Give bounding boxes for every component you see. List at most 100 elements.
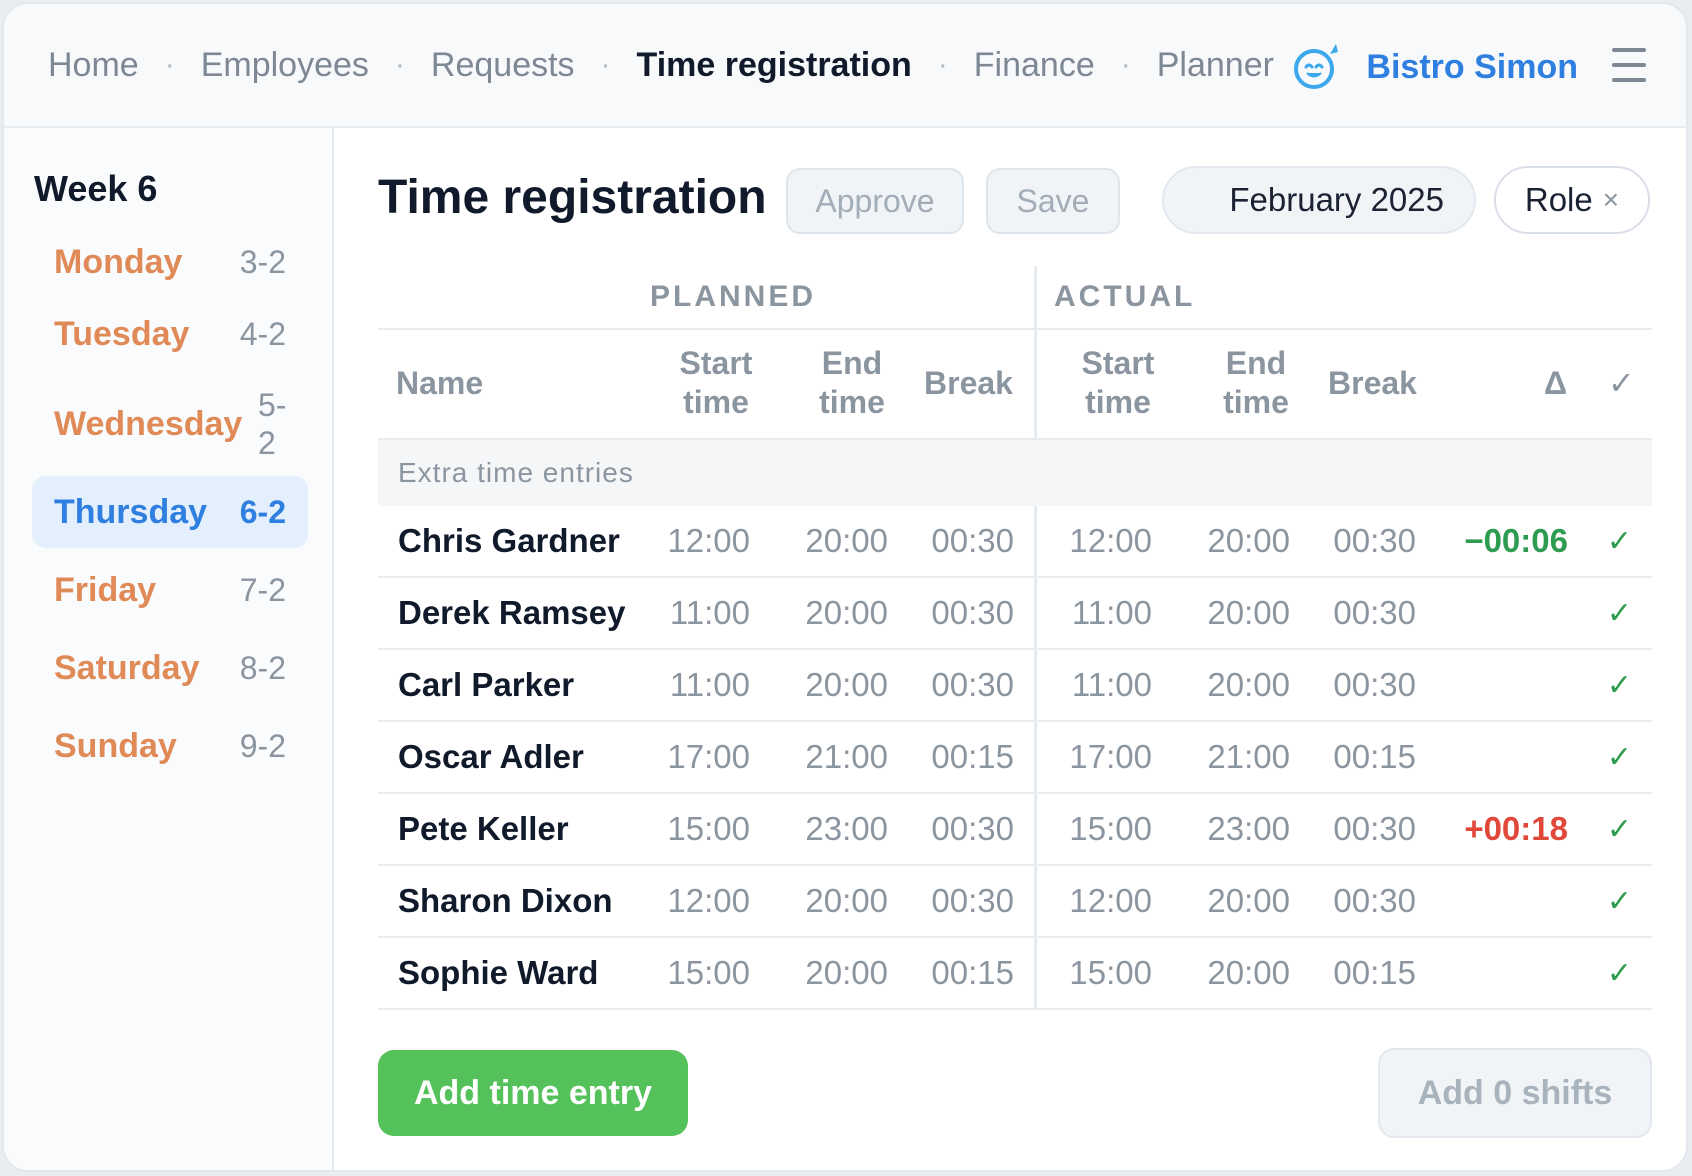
month-selector[interactable]: February 2025: [1162, 166, 1476, 234]
table-row[interactable]: Chris Gardner 12:00 20:00 00:30 12:00 20:00 00…: [378, 506, 1652, 578]
nav-separator: ·: [394, 48, 405, 81]
approved-check-icon[interactable]: ✓: [1607, 938, 1632, 1008]
day-date: 9-2: [239, 727, 286, 764]
a-break-cell: 00:30: [1333, 594, 1416, 631]
p-end-cell: 20:00: [805, 954, 888, 991]
day-saturday[interactable]: Saturday 8-2: [32, 632, 308, 704]
table-row[interactable]: Derek Ramsey 11:00 20:00 00:30 11:00 20:00 00:…: [378, 578, 1652, 650]
day-date: 3-2: [239, 243, 286, 280]
p-end-cell: 21:00: [805, 738, 888, 775]
month-label: February 2025: [1229, 181, 1444, 218]
day-date: 8-2: [239, 649, 286, 686]
col-check: ✓: [1608, 365, 1635, 401]
a-break-cell: 00:30: [1333, 810, 1416, 847]
a-end-cell: 20:00: [1207, 954, 1290, 991]
table-row[interactable]: Carl Parker 11:00 20:00 00:30 11:00 20:00 00:3…: [378, 650, 1652, 722]
p-start-cell: 11:00: [669, 594, 750, 631]
col-planned-end: End time: [804, 344, 900, 422]
delta-value: −00:06: [1464, 522, 1568, 559]
nav-time-registration[interactable]: Time registration: [637, 46, 912, 85]
a-end-cell: 20:00: [1207, 594, 1290, 631]
smiley-face-logo-icon: [1294, 44, 1339, 89]
approved-check-icon[interactable]: ✓: [1607, 578, 1632, 648]
col-delta: Δ: [1544, 365, 1567, 401]
role-filter-chip[interactable]: Role ×: [1494, 166, 1650, 234]
p-end-cell: 20:00: [805, 666, 888, 703]
day-date: 5-2: [258, 387, 287, 461]
employee-name: Oscar Adler: [398, 738, 584, 775]
nav-finance[interactable]: Finance: [974, 46, 1095, 85]
a-end-cell: 20:00: [1207, 522, 1290, 559]
day-friday[interactable]: Friday 7-2: [32, 554, 308, 626]
p-start-cell: 12:00: [667, 522, 750, 559]
col-planned-start: Start time: [668, 344, 764, 422]
col-actual-start: Start time: [1070, 344, 1166, 422]
day-name: Thursday: [54, 492, 208, 531]
table-row[interactable]: Sharon Dixon 12:00 20:00 00:30 12:00 20:00 00:…: [378, 866, 1652, 938]
day-wednesday[interactable]: Wednesday 5-2: [32, 378, 308, 470]
save-button[interactable]: Save: [986, 168, 1120, 234]
table-row[interactable]: Sophie Ward 15:00 20:00 00:15 15:00 20:00 00:1…: [378, 938, 1652, 1010]
approved-check-icon[interactable]: ✓: [1607, 650, 1632, 720]
hamburger-menu-icon[interactable]: [1612, 48, 1646, 82]
nav-home[interactable]: Home: [48, 46, 139, 85]
add-time-entry-button[interactable]: Add time entry: [378, 1050, 688, 1136]
a-start-cell: 12:00: [1069, 882, 1152, 919]
day-thursday[interactable]: Thursday 6-2: [32, 476, 308, 548]
employee-name: Pete Keller: [398, 810, 569, 847]
p-end-cell: 20:00: [805, 882, 888, 919]
day-monday[interactable]: Monday 3-2: [32, 226, 308, 298]
week-title: Week 6: [34, 168, 158, 209]
a-end-cell: 20:00: [1207, 882, 1290, 919]
nav-employees[interactable]: Employees: [201, 46, 369, 85]
a-break-cell: 00:30: [1333, 522, 1416, 559]
employee-name: Derek Ramsey: [398, 594, 626, 631]
brand-name: Bistro Simon: [1366, 47, 1578, 86]
approve-button[interactable]: Approve: [786, 168, 964, 234]
day-name: Saturday: [54, 648, 200, 687]
table-row[interactable]: Oscar Adler 17:00 21:00 00:15 17:00 21:00 00:1…: [378, 722, 1652, 794]
nav-requests[interactable]: Requests: [431, 46, 575, 85]
day-name: Friday: [54, 570, 157, 609]
day-tuesday[interactable]: Tuesday 4-2: [32, 298, 308, 370]
brand[interactable]: Bistro Simon: [1292, 42, 1578, 92]
table-row[interactable]: Pete Keller 15:00 23:00 00:30 15:00 23:00 00:3…: [378, 794, 1652, 866]
day-name: Tuesday: [54, 314, 190, 353]
close-icon[interactable]: ×: [1603, 184, 1619, 216]
col-label: Start: [1081, 345, 1155, 381]
p-end-cell: 20:00: [805, 522, 888, 559]
day-name: Monday: [54, 242, 183, 281]
delta-value: +00:18: [1464, 810, 1568, 847]
p-start-cell: 15:00: [667, 810, 750, 847]
approved-check-icon[interactable]: ✓: [1607, 866, 1632, 936]
nav-separator: ·: [600, 48, 611, 81]
approved-check-icon[interactable]: ✓: [1607, 506, 1632, 576]
a-start-cell: 17:00: [1069, 738, 1152, 775]
top-navigation: Home · Employees · Requests · Time regis…: [4, 4, 1686, 128]
approved-check-icon[interactable]: ✓: [1607, 722, 1632, 792]
employee-name: Sharon Dixon: [398, 882, 613, 919]
p-start-cell: 12:00: [667, 882, 750, 919]
a-break-cell: 00:30: [1333, 666, 1416, 703]
extra-time-entries-row[interactable]: Extra time entries: [378, 440, 1652, 506]
add-shifts-button[interactable]: Add 0 shifts: [1378, 1048, 1652, 1138]
approved-check-icon[interactable]: ✓: [1607, 794, 1632, 864]
employee-name: Carl Parker: [398, 666, 575, 703]
a-start-cell: 11:00: [1071, 594, 1152, 631]
a-start-cell: 11:00: [1071, 666, 1152, 703]
day-sunday[interactable]: Sunday 9-2: [32, 710, 308, 782]
day-date: 7-2: [239, 571, 286, 608]
day-name: Sunday: [54, 726, 177, 765]
col-planned-break: Break: [924, 365, 1013, 401]
col-name: Name: [396, 365, 484, 401]
a-end-cell: 21:00: [1207, 738, 1290, 775]
col-label: time: [1223, 384, 1289, 420]
week-sidebar: Week 6 Monday 3-2 Tuesday 4-2 Wednesday …: [4, 128, 334, 1170]
nav-separator: ·: [1120, 48, 1131, 81]
a-start-cell: 15:00: [1069, 810, 1152, 847]
nav-planner[interactable]: Planner: [1157, 46, 1274, 85]
page-title: Time registration: [378, 171, 767, 224]
p-break-cell: 00:15: [931, 954, 1014, 991]
a-start-cell: 15:00: [1069, 954, 1152, 991]
p-break-cell: 00:30: [931, 666, 1014, 703]
